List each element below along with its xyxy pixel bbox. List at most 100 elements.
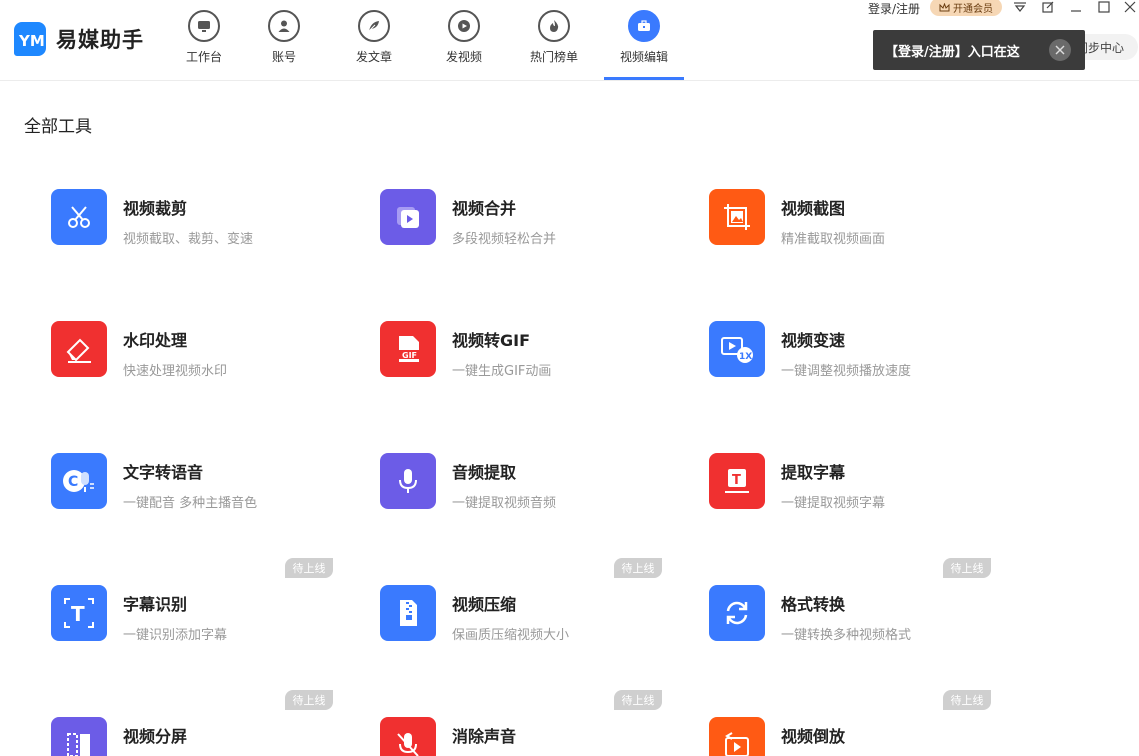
maximize-icon[interactable] bbox=[1097, 0, 1111, 14]
monitor-icon bbox=[188, 10, 220, 42]
tool-desc: 精准截取视频画面 bbox=[781, 228, 885, 247]
feather-icon bbox=[358, 10, 390, 42]
tool-desc: 一键配音 多种主播音色 bbox=[123, 492, 257, 511]
tool-remove-audio[interactable]: 消除声音 bbox=[380, 717, 670, 756]
crown-icon bbox=[939, 3, 950, 12]
text-recognize-icon: T bbox=[51, 585, 107, 641]
eraser-icon bbox=[51, 321, 107, 377]
svg-text:T: T bbox=[732, 473, 741, 488]
nav-video-edit[interactable]: 视频编辑 bbox=[620, 0, 668, 81]
tool-watermark[interactable]: 水印处理 快速处理视频水印 bbox=[51, 321, 341, 401]
tool-title: 音频提取 bbox=[452, 459, 516, 483]
nav-label: 视频编辑 bbox=[620, 48, 668, 65]
coming-soon-badge: 待上线 bbox=[285, 558, 333, 578]
text-to-speech-icon: C bbox=[51, 453, 107, 509]
section-title: 全部工具 bbox=[24, 112, 92, 137]
tool-desc: 一键识别添加字幕 bbox=[123, 624, 227, 643]
close-icon[interactable] bbox=[1123, 0, 1137, 14]
tool-desc: 一键提取视频字幕 bbox=[781, 492, 885, 511]
tooltip-text: 【登录/注册】入口在这 bbox=[885, 41, 1020, 60]
tool-subtitle-recognize[interactable]: T 字幕识别 一键识别添加字幕 bbox=[51, 585, 341, 665]
mute-mic-icon bbox=[380, 717, 436, 756]
tool-video-compress[interactable]: 视频压缩 保画质压缩视频大小 bbox=[380, 585, 670, 665]
app-name: 易媒助手 bbox=[56, 24, 144, 54]
tool-video-to-gif[interactable]: GIF 视频转GIF 一键生成GIF动画 bbox=[380, 321, 670, 401]
tool-title: 字幕识别 bbox=[123, 591, 187, 615]
nav-active-indicator bbox=[604, 77, 684, 80]
tool-desc: 一键提取视频音频 bbox=[452, 492, 556, 511]
tool-desc: 一键生成GIF动画 bbox=[452, 360, 551, 379]
tool-video-merge[interactable]: 视频合并 多段视频轻松合并 bbox=[380, 189, 670, 269]
tool-title: 格式转换 bbox=[781, 591, 845, 615]
tool-desc: 视频截取、裁剪、变速 bbox=[123, 228, 253, 247]
tool-text-to-speech[interactable]: C 文字转语音 一键配音 多种主播音色 bbox=[51, 453, 341, 533]
coming-soon-badge: 待上线 bbox=[943, 558, 991, 578]
tool-split-screen[interactable]: 视频分屏 bbox=[51, 717, 341, 756]
subtitle-extract-icon: T bbox=[709, 453, 765, 509]
tool-title: 文字转语音 bbox=[123, 459, 203, 483]
nav-video[interactable]: 发视频 bbox=[446, 0, 482, 81]
tool-video-speed[interactable]: 1X 视频变速 一键调整视频播放速度 bbox=[709, 321, 999, 401]
video-merge-icon bbox=[380, 189, 436, 245]
zip-icon bbox=[380, 585, 436, 641]
coming-soon-badge: 待上线 bbox=[943, 690, 991, 710]
tool-desc: 保画质压缩视频大小 bbox=[452, 624, 569, 643]
svg-text:1X: 1X bbox=[739, 352, 752, 362]
tool-title: 视频变速 bbox=[781, 327, 845, 351]
svg-text:C: C bbox=[68, 474, 78, 490]
tool-video-crop[interactable]: 视频裁剪 视频截取、裁剪、变速 bbox=[51, 189, 341, 269]
tool-desc: 一键调整视频播放速度 bbox=[781, 360, 911, 379]
tool-title: 消除声音 bbox=[452, 723, 516, 747]
tool-desc: 多段视频轻松合并 bbox=[452, 228, 556, 247]
tool-video-reverse[interactable]: 视频倒放 bbox=[709, 717, 999, 756]
tool-title: 视频裁剪 bbox=[123, 195, 187, 219]
tool-title: 视频截图 bbox=[781, 195, 845, 219]
svg-text:YM: YM bbox=[18, 32, 45, 50]
video-play-icon bbox=[448, 10, 480, 42]
reverse-icon bbox=[709, 717, 765, 756]
crop-image-icon bbox=[709, 189, 765, 245]
login-register-link[interactable]: 登录/注册 bbox=[868, 0, 920, 17]
nav-label: 账号 bbox=[272, 48, 296, 65]
tooltip-close-icon[interactable] bbox=[1049, 39, 1071, 61]
vip-label: 开通会员 bbox=[953, 0, 993, 15]
nav-article[interactable]: 发文章 bbox=[356, 0, 392, 81]
nav-account[interactable]: 账号 bbox=[268, 0, 300, 81]
tool-audio-extract[interactable]: 音频提取 一键提取视频音频 bbox=[380, 453, 670, 533]
open-vip-button[interactable]: 开通会员 bbox=[930, 0, 1002, 16]
toolbox-icon bbox=[628, 10, 660, 42]
tool-format-convert[interactable]: 格式转换 一键转换多种视频格式 bbox=[709, 585, 999, 665]
nav-label: 工作台 bbox=[186, 48, 222, 65]
nav-label: 发视频 bbox=[446, 48, 482, 65]
tool-title: 视频转GIF bbox=[452, 327, 530, 351]
scissors-icon bbox=[51, 189, 107, 245]
tool-title: 视频压缩 bbox=[452, 591, 516, 615]
nav-hot-list[interactable]: 热门榜单 bbox=[530, 0, 578, 81]
menu-dropdown-icon[interactable] bbox=[1013, 0, 1027, 14]
convert-icon bbox=[709, 585, 765, 641]
app-logo[interactable]: YM 易媒助手 bbox=[14, 22, 144, 56]
nav-workbench[interactable]: 工作台 bbox=[186, 0, 222, 81]
tool-desc: 一键转换多种视频格式 bbox=[781, 624, 911, 643]
nav-label: 发文章 bbox=[356, 48, 392, 65]
minimize-icon[interactable] bbox=[1069, 0, 1083, 14]
tool-title: 水印处理 bbox=[123, 327, 187, 351]
logo-icon: YM bbox=[14, 22, 46, 56]
speed-icon: 1X bbox=[709, 321, 765, 377]
tool-desc: 快速处理视频水印 bbox=[123, 360, 227, 379]
svg-text:T: T bbox=[71, 602, 85, 626]
tool-title: 视频分屏 bbox=[123, 723, 187, 747]
gif-file-icon: GIF bbox=[380, 321, 436, 377]
popout-icon[interactable] bbox=[1041, 0, 1055, 14]
flame-icon bbox=[538, 10, 570, 42]
tool-video-screenshot[interactable]: 视频截图 精准截取视频画面 bbox=[709, 189, 999, 269]
coming-soon-badge: 待上线 bbox=[285, 690, 333, 710]
microphone-icon bbox=[380, 453, 436, 509]
user-icon bbox=[268, 10, 300, 42]
tool-title: 提取字幕 bbox=[781, 459, 845, 483]
coming-soon-badge: 待上线 bbox=[614, 558, 662, 578]
coming-soon-badge: 待上线 bbox=[614, 690, 662, 710]
svg-text:GIF: GIF bbox=[402, 351, 417, 360]
top-bar: YM 易媒助手 工作台 账号 发文章 发视频 热门榜单 bbox=[0, 0, 1139, 81]
tool-subtitle-extract[interactable]: T 提取字幕 一键提取视频字幕 bbox=[709, 453, 999, 533]
